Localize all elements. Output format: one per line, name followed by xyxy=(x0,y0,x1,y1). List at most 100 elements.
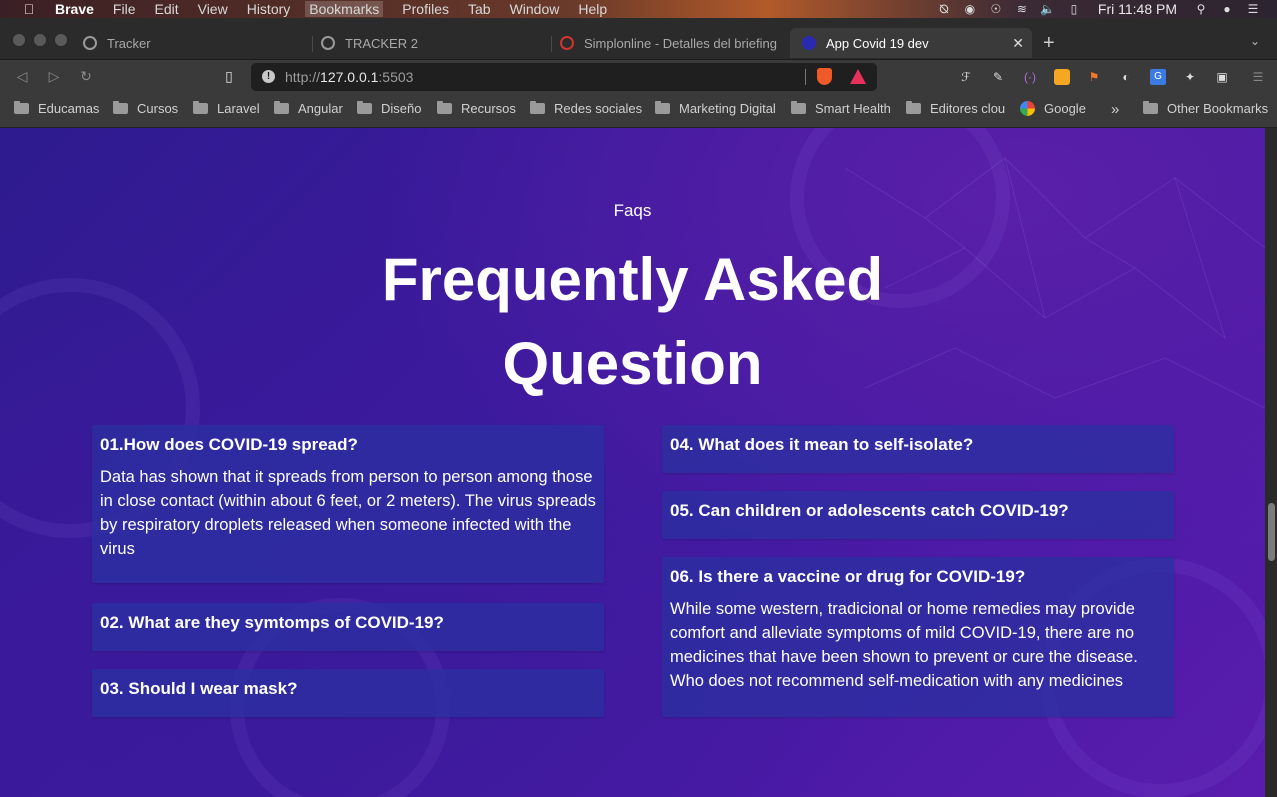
page-title: Frequently Asked Question xyxy=(0,238,1265,406)
menu-file[interactable]: File xyxy=(113,1,136,17)
volume-icon[interactable]: 🔈 xyxy=(1040,2,1056,16)
bookmark-label: Google xyxy=(1044,101,1086,116)
address-bar[interactable]: ! http://127.0.0.1:5503 xyxy=(251,63,877,91)
tab-app-covid[interactable]: App Covid 19 dev ✕ xyxy=(790,28,1032,58)
user-avatar-icon[interactable]: ● xyxy=(1219,2,1235,16)
reload-icon[interactable]: ↻ xyxy=(77,68,95,85)
accessibility-icon[interactable]: ☉ xyxy=(988,2,1004,16)
brave-shields-icon[interactable] xyxy=(817,68,832,85)
menu-help[interactable]: Help xyxy=(578,1,607,17)
menu-profiles[interactable]: Profiles xyxy=(402,1,449,17)
bookmark-folder-recursos[interactable]: Recursos xyxy=(437,101,516,116)
browser-menu-icon[interactable]: ☰ xyxy=(1250,69,1266,85)
address-divider xyxy=(805,69,806,85)
close-tab-icon[interactable]: ✕ xyxy=(1012,35,1024,52)
half-circle-extension-icon[interactable]: ◐ xyxy=(1118,69,1134,85)
faq-question[interactable]: 05. Can children or adolescents catch CO… xyxy=(670,501,1069,521)
covid-app-favicon-icon xyxy=(802,36,816,50)
bookmark-label: Recursos xyxy=(461,101,516,116)
minimize-window-button[interactable] xyxy=(34,34,46,46)
wallet-icon[interactable]: ▣ xyxy=(1214,69,1230,85)
title-line-2: Question xyxy=(502,330,763,397)
bookmark-folder-laravel[interactable]: Laravel xyxy=(193,101,260,116)
page-scrollbar-thumb[interactable] xyxy=(1268,503,1275,561)
google-translate-icon[interactable]: G xyxy=(1150,69,1166,85)
bookmark-folder-smart-health[interactable]: Smart Health xyxy=(791,101,891,116)
macos-menu-bar:  Brave File Edit View History Bookmarks… xyxy=(0,0,1277,18)
page-scrollbar-track[interactable] xyxy=(1265,128,1277,797)
tab-simplonline[interactable]: Simplonline - Detalles del briefing xyxy=(560,28,785,58)
forward-icon[interactable]: ▷ xyxy=(45,68,63,85)
faq-item[interactable]: 02. What are they symtomps of COVID-19? xyxy=(92,603,604,651)
camera-off-icon[interactable]: ⦰ xyxy=(936,2,952,16)
bookmark-label: Smart Health xyxy=(815,101,891,116)
bookmark-folder-educamas[interactable]: Educamas xyxy=(14,101,99,116)
bookmark-folder-marketing-digital[interactable]: Marketing Digital xyxy=(655,101,776,116)
flag-extension-icon[interactable]: ⚑ xyxy=(1086,69,1102,85)
browser-toolbar: ◁ ▷ ↻ ▯ ! http://127.0.0.1:5503 ℱ ✎ (·) … xyxy=(0,60,1277,93)
bookmark-folder-other-bookmarks[interactable]: Other Bookmarks xyxy=(1143,101,1268,116)
tab-title: Tracker xyxy=(107,35,151,51)
close-window-button[interactable] xyxy=(13,34,25,46)
browser-tab-bar: Tracker TRACKER 2 Simplonline - Detalles… xyxy=(0,18,1277,60)
status-app-icon[interactable]: ◉ xyxy=(962,2,978,16)
bookmark-label: Cursos xyxy=(137,101,179,116)
tab-tracker-2[interactable]: TRACKER 2 xyxy=(321,28,546,58)
back-icon[interactable]: ◁ xyxy=(13,68,31,85)
faq-question[interactable]: 06. Is there a vaccine or drug for COVID… xyxy=(670,567,1025,587)
site-info-icon[interactable]: ! xyxy=(262,70,275,83)
bookmarks-bar: Educamas Cursos Laravel Angular Diseño R… xyxy=(0,93,1277,128)
faq-item[interactable]: 04. What does it mean to self-isolate? xyxy=(662,425,1174,473)
faq-section: Faqs Frequently Asked Question 01.How do… xyxy=(0,128,1265,797)
faq-question[interactable]: 04. What does it mean to self-isolate? xyxy=(670,435,973,455)
bookmark-folder-redes-sociales[interactable]: Redes sociales xyxy=(530,101,642,116)
menu-tab[interactable]: Tab xyxy=(468,1,491,17)
spotlight-search-icon[interactable]: ⚲ xyxy=(1193,2,1209,16)
faq-question[interactable]: 03. Should I wear mask? xyxy=(100,679,297,699)
menu-window[interactable]: Window xyxy=(510,1,560,17)
tab-list-chevron-icon[interactable]: ⌄ xyxy=(1250,34,1260,48)
menu-history[interactable]: History xyxy=(247,1,291,17)
new-tab-button[interactable]: + xyxy=(1043,32,1055,55)
bookmark-folder-angular[interactable]: Angular xyxy=(274,101,343,116)
faq-item[interactable]: 03. Should I wear mask? xyxy=(92,669,604,717)
bookmark-label: Marketing Digital xyxy=(679,101,776,116)
bookmark-folder-cursos[interactable]: Cursos xyxy=(113,101,178,116)
notes-extension-icon[interactable] xyxy=(1054,69,1070,85)
bookmark-folder-editores-clou[interactable]: Editores clou xyxy=(906,101,1005,116)
menu-edit[interactable]: Edit xyxy=(154,1,178,17)
globe-icon xyxy=(83,36,97,50)
bookmark-folder-diseno[interactable]: Diseño xyxy=(357,101,421,116)
bookmark-label: Diseño xyxy=(381,101,422,116)
broadcast-extension-icon[interactable]: (·) xyxy=(1022,69,1038,85)
menu-app-name[interactable]: Brave xyxy=(55,1,94,17)
zoom-window-button[interactable] xyxy=(55,34,67,46)
faq-item-expanded[interactable]: 06. Is there a vaccine or drug for COVID… xyxy=(662,557,1174,717)
menu-view[interactable]: View xyxy=(198,1,228,17)
brave-rewards-icon[interactable] xyxy=(850,69,866,84)
wifi-icon[interactable]: ≋ xyxy=(1014,2,1030,16)
notification-center-icon[interactable]: ☰ xyxy=(1245,2,1261,16)
pen-extension-icon[interactable]: ✎ xyxy=(990,69,1006,85)
faq-item-expanded[interactable]: 01.How does COVID-19 spread? Data has sh… xyxy=(92,425,604,583)
apple-icon[interactable]:  xyxy=(20,1,38,17)
bookmark-label: Laravel xyxy=(217,101,260,116)
bookmarks-overflow-chevron-icon[interactable]: » xyxy=(1111,101,1119,118)
menu-clock[interactable]: Fri 11:48 PM xyxy=(1098,1,1177,17)
extensions-puzzle-icon[interactable]: ✦ xyxy=(1182,69,1198,85)
address-url[interactable]: http://127.0.0.1:5503 xyxy=(285,69,413,85)
menu-bookmarks[interactable]: Bookmarks xyxy=(305,1,384,17)
faq-question[interactable]: 02. What are they symtomps of COVID-19? xyxy=(100,613,444,633)
folder-icon xyxy=(906,101,921,114)
faq-question[interactable]: 01.How does COVID-19 spread? xyxy=(100,435,358,455)
faq-item[interactable]: 05. Can children or adolescents catch CO… xyxy=(662,491,1174,539)
globe-icon xyxy=(321,36,335,50)
battery-icon[interactable]: ▯ xyxy=(1066,2,1082,16)
bookmark-label: Redes sociales xyxy=(554,101,643,116)
translate-extension-icon[interactable]: ℱ xyxy=(958,69,974,85)
tab-separator xyxy=(312,36,313,52)
bookmark-google[interactable]: Google xyxy=(1020,101,1086,116)
tab-tracker[interactable]: Tracker xyxy=(83,28,308,58)
menu-extras: ⦰ ◉ ☉ ≋ 🔈 ▯ Fri 11:48 PM ⚲ ● ☰ xyxy=(936,0,1277,18)
bookmark-icon[interactable]: ▯ xyxy=(220,68,238,85)
